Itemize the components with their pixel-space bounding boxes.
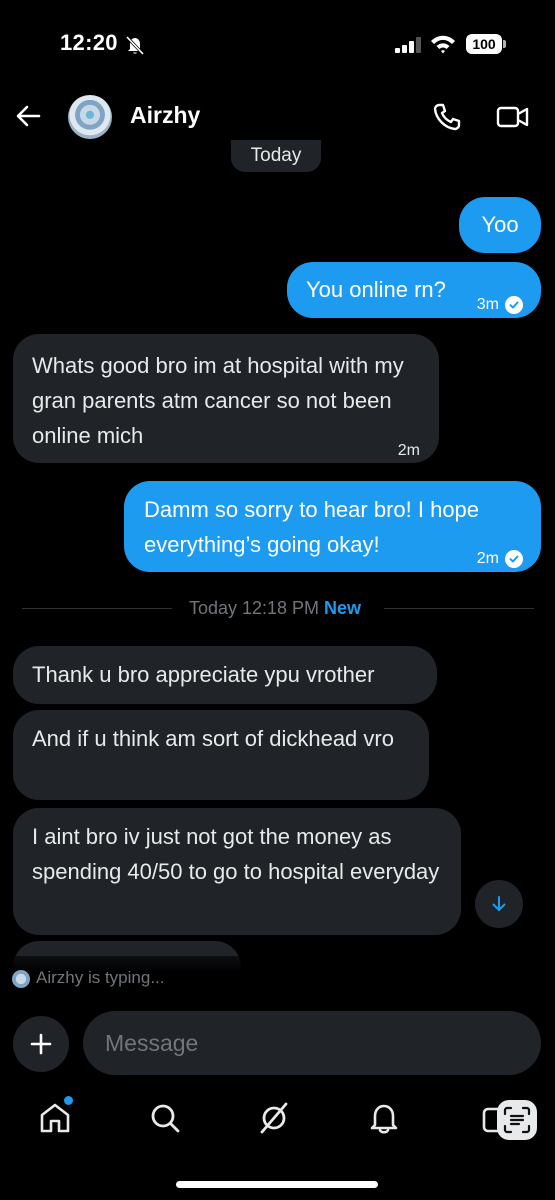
back-arrow-icon[interactable]	[14, 102, 42, 130]
battery-nub	[503, 40, 506, 48]
wifi-icon	[431, 35, 455, 54]
message-bubble-incoming[interactable]: I aint bro iv just not got the money as …	[13, 808, 461, 935]
signal-icon	[395, 37, 421, 53]
silent-bell-icon	[125, 35, 145, 56]
typing-indicator: Airzhy is typing...	[36, 968, 165, 987]
text-scan-icon[interactable]	[497, 1100, 537, 1140]
plus-icon	[30, 1033, 52, 1055]
message-text: Thank u bro appreciate ypu vrother	[32, 662, 375, 687]
video-icon[interactable]	[496, 104, 530, 130]
typing-avatar	[12, 970, 30, 988]
message-text: And if u think am sort of dickhead vro	[32, 726, 394, 751]
add-attachment-button[interactable]	[13, 1016, 69, 1072]
search-icon[interactable]	[147, 1100, 183, 1136]
message-bubble-incoming[interactable]: Whats good bro im at hospital with my gr…	[13, 334, 439, 463]
scroll-to-bottom-button[interactable]	[475, 880, 523, 928]
message-time: 2m	[476, 550, 499, 567]
message-bubble-outgoing[interactable]: You online rn? 3m	[287, 262, 541, 318]
message-time: 3m	[476, 296, 499, 313]
message-time: 2m	[397, 442, 420, 459]
divider-timestamp: Today 12:18 PM	[188, 598, 320, 618]
message-meta: 2m	[398, 433, 420, 468]
message-meta: 2m	[477, 541, 523, 576]
avatar[interactable]	[68, 95, 112, 139]
divider-line-left	[22, 608, 172, 609]
phone-icon[interactable]	[432, 102, 462, 132]
message-meta: 3m	[477, 287, 523, 322]
message-bubble-incoming[interactable]: Thank u bro appreciate ypu vrother	[13, 646, 437, 704]
message-bubble-outgoing[interactable]: Damm so sorry to hear bro! I hope everyt…	[124, 481, 541, 572]
home-indicator[interactable]	[176, 1181, 378, 1188]
message-text: Whats good bro im at hospital with my gr…	[32, 353, 404, 448]
arrow-down-icon	[492, 896, 506, 911]
contact-name[interactable]: Airzhy	[130, 102, 200, 129]
message-text: I aint bro iv just not got the money as …	[32, 824, 440, 884]
message-bubble-outgoing[interactable]: Yoo	[459, 197, 541, 253]
new-messages-divider: Today 12:18 PM New	[160, 598, 390, 619]
message-text: Damm so sorry to hear bro! I hope everyt…	[144, 497, 480, 557]
status-time: 12:20	[60, 30, 118, 55]
message-text: You online rn?	[306, 277, 446, 302]
bell-icon[interactable]	[366, 1100, 402, 1136]
message-text: Yoo	[481, 212, 519, 237]
grok-icon[interactable]	[256, 1100, 292, 1136]
read-check-icon	[505, 549, 523, 568]
battery-indicator: 100	[466, 34, 502, 54]
read-check-icon	[505, 295, 523, 314]
message-bubble-incoming[interactable]: And if u think am sort of dickhead vro	[13, 710, 429, 800]
divider-line-right	[384, 608, 534, 609]
message-input[interactable]	[83, 1011, 541, 1075]
notification-dot	[62, 1094, 75, 1107]
new-badge: New	[324, 598, 362, 618]
text-scan-glyph	[503, 1106, 531, 1134]
date-pill: Today	[231, 140, 321, 172]
